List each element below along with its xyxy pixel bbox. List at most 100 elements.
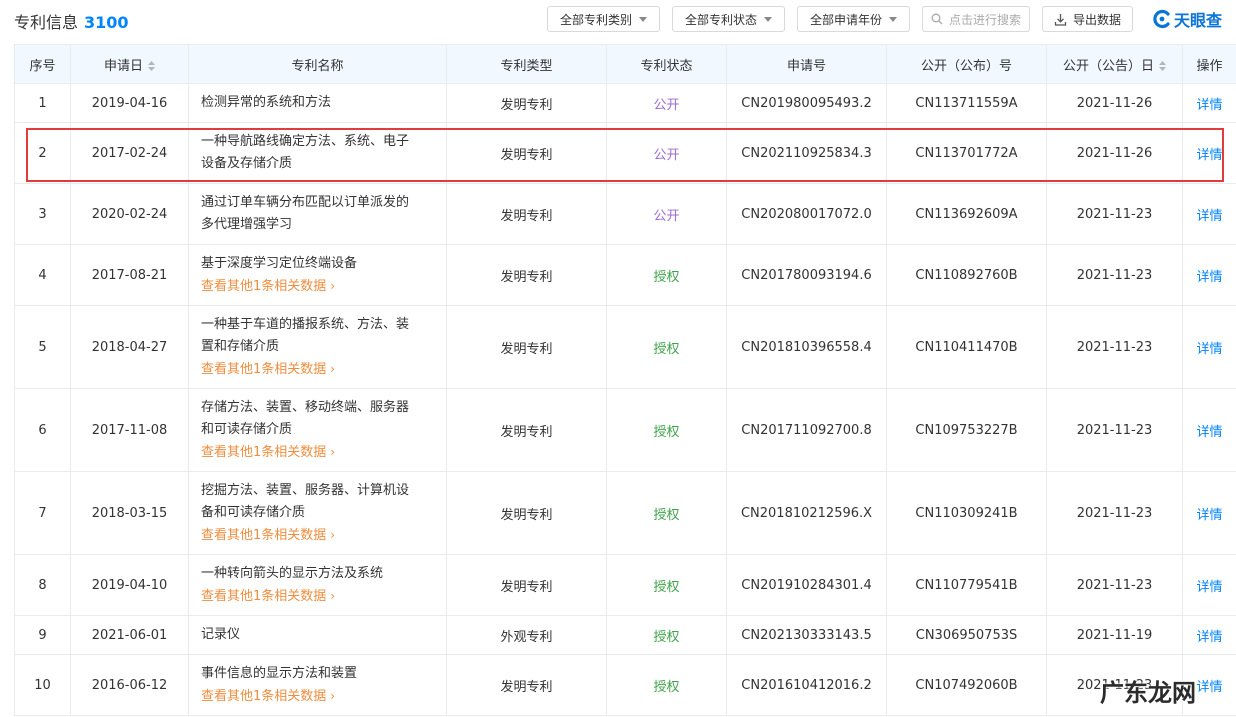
more-related-data-link[interactable]: 查看其他1条相关数据 › — [201, 275, 436, 298]
filter-category-dropdown[interactable]: 全部专利类别 — [547, 6, 660, 32]
col-header-publication-date-label: 公开（公告）日 — [1062, 58, 1154, 74]
detail-link[interactable]: 详情 — [1196, 270, 1222, 285]
detail-link[interactable]: 详情 — [1196, 580, 1222, 595]
sort-icon[interactable] — [148, 61, 155, 71]
patent-name-cell: 一种导航路线确定方法、系统、电子 设备及存储介质 — [188, 122, 447, 184]
application-number-cell: CN201810212596.X — [726, 471, 887, 555]
col-header-patent-status-label: 专利状态 — [640, 58, 693, 74]
table-row: 9 2021-06-01 记录仪 外观专利 授权 CN202130333143.5 CN30… — [14, 615, 1236, 655]
col-header-patent-type-label: 专利类型 — [500, 58, 553, 74]
patent-name-cell: 事件信息的显示方法和装置 查看其他1条相关数据 › — [188, 654, 447, 716]
export-button[interactable]: 导出数据 — [1042, 6, 1133, 32]
patent-name-line: 置和存储介质 — [201, 338, 280, 354]
row-index: 7 — [38, 505, 47, 521]
apply-date: 2017-02-24 — [91, 145, 168, 161]
row-index: 5 — [38, 339, 47, 355]
detail-link[interactable]: 详情 — [1196, 209, 1222, 224]
apply-date: 2017-11-08 — [91, 422, 168, 438]
apply-date: 2020-02-24 — [91, 206, 168, 222]
more-related-data-label: 查看其他1条相关数据 — [201, 444, 327, 460]
more-related-data-label: 查看其他1条相关数据 — [201, 361, 327, 377]
title-text: 专利信息 — [14, 13, 79, 32]
apply-date: 2019-04-10 — [91, 577, 168, 593]
more-related-data-link[interactable]: 查看其他1条相关数据 › — [201, 524, 436, 547]
detail-link-cell: 详情 — [1182, 554, 1236, 616]
detail-link[interactable]: 详情 — [1196, 508, 1222, 523]
publication-date: 2021-11-23 — [1076, 422, 1153, 438]
row-index: 3 — [38, 206, 47, 222]
sort-icon[interactable] — [1159, 61, 1166, 71]
download-icon — [1054, 13, 1067, 26]
detail-link[interactable]: 详情 — [1196, 98, 1222, 113]
patent-type-cell: 发明专利 — [446, 83, 607, 123]
detail-link-cell: 详情 — [1182, 615, 1236, 655]
publication-number-cell: CN107492060B — [886, 654, 1047, 716]
patent-name-cell: 存储方法、装置、移动终端、服务器 和可读存储介质 查看其他1条相关数据 › — [188, 388, 447, 472]
patent-status-cell: 公开 — [606, 122, 727, 184]
chevron-right-icon: › — [330, 444, 336, 459]
col-header-patent-type: 专利类型 — [446, 44, 607, 84]
patent-type: 发明专利 — [500, 208, 553, 224]
publication-number: CN110411470B — [915, 339, 1018, 355]
table-row: 3 2020-02-24 通过订单车辆分布匹配以订单派发的 多代理增强学习 发明专利 公开… — [14, 183, 1236, 245]
publication-date-cell: 2021-11-23 — [1046, 388, 1183, 472]
col-header-publication-date[interactable]: 公开（公告）日 — [1046, 44, 1183, 84]
patent-status: 授权 — [653, 629, 680, 645]
application-number: CN201780093194.6 — [741, 267, 872, 283]
more-related-data-link[interactable]: 查看其他1条相关数据 › — [201, 441, 436, 464]
chevron-right-icon: › — [330, 527, 336, 542]
patent-status: 授权 — [653, 269, 680, 285]
application-number: CN201910284301.4 — [741, 577, 872, 593]
detail-link[interactable]: 详情 — [1196, 148, 1222, 163]
table-row: 1 2019-04-16 检测异常的系统和方法 发明专利 公开 CN20198009549… — [14, 83, 1236, 123]
row-index-cell: 2 — [14, 122, 71, 184]
publication-number: CN113711559A — [915, 95, 1018, 111]
publication-number: CN110309241B — [915, 505, 1018, 521]
more-related-data-link[interactable]: 查看其他1条相关数据 › — [201, 585, 436, 608]
patent-type: 发明专利 — [500, 147, 553, 163]
row-index-cell: 7 — [14, 471, 71, 555]
patent-type: 发明专利 — [500, 269, 553, 285]
publication-date-cell: 2021-11-23 — [1046, 305, 1183, 389]
patent-name-line: 一种导航路线确定方法、系统、电子 — [201, 134, 410, 149]
apply-date-cell: 2016-06-12 — [70, 654, 189, 716]
filter-status-dropdown[interactable]: 全部专利状态 — [672, 6, 785, 32]
table-row: 2 2017-02-24 一种导航路线确定方法、系统、电子 设备及存储介质 发明专利 公开… — [14, 122, 1236, 184]
publication-date-cell: 2021-11-23 — [1046, 183, 1183, 245]
apply-date-cell: 2017-11-08 — [70, 388, 189, 472]
col-header-patent-status: 专利状态 — [606, 44, 727, 84]
patent-name-cell: 挖掘方法、装置、服务器、计算机设 备和可读存储介质 查看其他1条相关数据 › — [188, 471, 447, 555]
patent-name-cell: 一种基于车道的播报系统、方法、装 置和存储介质 查看其他1条相关数据 › — [188, 305, 447, 389]
more-related-data-link[interactable]: 查看其他1条相关数据 › — [201, 685, 436, 708]
col-header-apply-date[interactable]: 申请日 — [70, 44, 189, 84]
patent-type: 发明专利 — [500, 507, 553, 523]
patent-type: 发明专利 — [500, 341, 553, 357]
apply-date-cell: 2017-08-21 — [70, 244, 189, 306]
col-header-index: 序号 — [14, 44, 71, 84]
search-input[interactable]: 点击进行搜索 — [922, 6, 1030, 32]
patent-name-line: 通过订单车辆分布匹配以订单派发的 — [201, 195, 410, 210]
detail-link[interactable]: 详情 — [1196, 342, 1222, 357]
more-related-data-label: 查看其他1条相关数据 — [201, 278, 327, 294]
application-number-cell: CN201910284301.4 — [726, 554, 887, 616]
publication-number-cell: CN306950753S — [886, 615, 1047, 655]
toolbar: 专利信息 3100 全部专利类别 全部专利状态 全部申请年份 点击进行搜索 导出数… — [0, 0, 1236, 40]
search-placeholder: 点击进行搜索 — [949, 12, 1022, 27]
row-index-cell: 4 — [14, 244, 71, 306]
patent-type: 发明专利 — [500, 679, 553, 695]
detail-link[interactable]: 详情 — [1196, 630, 1222, 645]
apply-date-cell: 2018-04-27 — [70, 305, 189, 389]
more-related-data-link[interactable]: 查看其他1条相关数据 › — [201, 358, 436, 381]
col-header-publication-number: 公开（公布）号 — [886, 44, 1047, 84]
publication-number-cell: CN110309241B — [886, 471, 1047, 555]
patent-name-line: 挖掘方法、装置、服务器、计算机设 — [201, 482, 410, 498]
chevron-right-icon: › — [330, 278, 336, 293]
publication-number: CN110892760B — [915, 267, 1018, 283]
filter-year-dropdown[interactable]: 全部申请年份 — [797, 6, 910, 32]
detail-link[interactable]: 详情 — [1196, 425, 1222, 440]
row-index-cell: 6 — [14, 388, 71, 472]
patent-type-cell: 发明专利 — [446, 654, 607, 716]
detail-link[interactable]: 详情 — [1196, 680, 1222, 695]
application-number-cell: CN202110925834.3 — [726, 122, 887, 184]
patent-name-line: 多代理增强学习 — [201, 217, 293, 232]
